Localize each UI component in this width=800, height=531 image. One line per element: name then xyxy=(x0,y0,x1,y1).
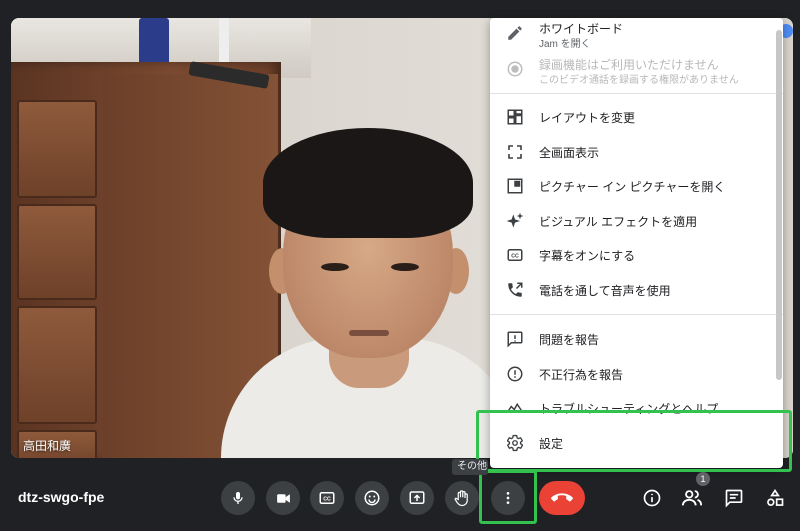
layout-icon xyxy=(504,106,526,128)
whiteboard-sublabel: Jam を開く xyxy=(539,39,591,50)
menu-item-recording: 録画機能はご利用いただけません このビデオ通話を録画する権限がありません xyxy=(490,52,783,86)
menu-item-label: 字幕をオンにする xyxy=(539,248,636,263)
captions-button[interactable]: CC xyxy=(310,481,344,515)
menu-item-label: レイアウトを変更 xyxy=(539,110,636,125)
eye xyxy=(321,263,349,271)
camera-button[interactable] xyxy=(266,481,300,515)
meeting-info-button[interactable] xyxy=(637,483,667,513)
menu-item-picture-in-picture[interactable]: ピクチャー イン ピクチャーを開く xyxy=(490,169,783,203)
menu-item-label: 不正行為を報告 xyxy=(539,367,624,382)
participant-person xyxy=(211,118,521,458)
captions-icon: CC xyxy=(319,492,335,504)
activities-icon xyxy=(767,488,784,506)
captions-icon: CC xyxy=(504,244,526,266)
hand-icon xyxy=(454,490,468,507)
more-options-menu: ホワイトボード Jam を開く 録画機能はご利用いただけません このビデオ通話を… xyxy=(490,18,783,468)
more-vert-icon xyxy=(506,492,510,504)
bottle xyxy=(139,18,169,68)
more-options-tooltip: その他のオプション xyxy=(452,459,488,475)
mouth xyxy=(349,330,389,336)
meet-window: 高田和廣 ホワイトボード Jam を開く 録画機能はご利用いただけません このビ… xyxy=(0,0,800,531)
menu-item-label: 全画面表示 xyxy=(539,145,600,160)
recording-sublabel: このビデオ通話を録画する権限がありません xyxy=(539,75,739,86)
hair xyxy=(263,128,473,238)
menu-item-fullscreen[interactable]: 全画面表示 xyxy=(490,135,783,169)
emoji-icon xyxy=(364,490,380,506)
drawer xyxy=(17,204,97,300)
menu-item-label: ビジュアル エフェクトを適用 xyxy=(539,214,698,229)
menu-divider xyxy=(490,93,783,94)
drawer xyxy=(17,306,97,424)
menu-item-report-abuse[interactable]: 不正行為を報告 xyxy=(490,357,783,391)
phone-forward-icon xyxy=(504,279,526,301)
chat-button[interactable] xyxy=(719,483,749,513)
menu-item-label: 問題を報告 xyxy=(539,332,600,347)
info-icon xyxy=(643,489,661,507)
hang-up-icon xyxy=(551,493,573,502)
activities-button[interactable] xyxy=(760,483,790,513)
drawer xyxy=(17,100,97,198)
emoji-button[interactable] xyxy=(355,481,389,515)
present-icon xyxy=(409,491,425,504)
raise-hand-button[interactable] xyxy=(445,481,479,515)
end-call-button[interactable] xyxy=(539,481,585,515)
picture-in-picture-icon xyxy=(504,175,526,197)
eye xyxy=(391,263,419,271)
fullscreen-icon xyxy=(504,141,526,163)
menu-item-visual-effects[interactable]: ビジュアル エフェクトを適用 xyxy=(490,204,783,238)
people-icon xyxy=(681,490,703,506)
menu-item-report-problem[interactable]: 問題を報告 xyxy=(490,322,783,356)
svg-text:CC: CC xyxy=(511,254,519,260)
menu-scrollbar[interactable] xyxy=(776,30,782,380)
menu-item-label: 電話を通して音声を使用 xyxy=(539,283,671,298)
more-options-button[interactable] xyxy=(491,481,525,515)
camera-icon xyxy=(276,493,290,503)
microphone-button[interactable] xyxy=(221,481,255,515)
menu-divider xyxy=(490,314,783,315)
participants-count-badge: 1 xyxy=(696,472,710,486)
menu-item-label: ピクチャー イン ピクチャーを開く xyxy=(539,179,726,194)
menu-item-change-layout[interactable]: レイアウトを変更 xyxy=(490,100,783,134)
meeting-code: dtz-swgo-fpe xyxy=(18,489,105,505)
menu-item-captions[interactable]: CC 字幕をオンにする xyxy=(490,238,783,272)
present-screen-button[interactable] xyxy=(400,481,434,515)
participant-name: 高田和廣 xyxy=(23,439,72,453)
menu-item-whiteboard[interactable]: ホワイトボード Jam を開く xyxy=(490,18,783,50)
chat-icon xyxy=(725,489,743,508)
menu-item-phone-audio[interactable]: 電話を通して音声を使用 xyxy=(490,273,783,307)
sparkle-icon xyxy=(504,210,526,232)
report-icon xyxy=(504,363,526,385)
record-icon xyxy=(504,58,526,80)
participants-button[interactable] xyxy=(677,483,707,513)
pen-icon xyxy=(504,22,526,44)
settings-highlight-box xyxy=(476,410,792,472)
microphone-icon xyxy=(233,492,243,504)
feedback-icon xyxy=(504,328,526,350)
svg-text:CC: CC xyxy=(323,497,331,503)
